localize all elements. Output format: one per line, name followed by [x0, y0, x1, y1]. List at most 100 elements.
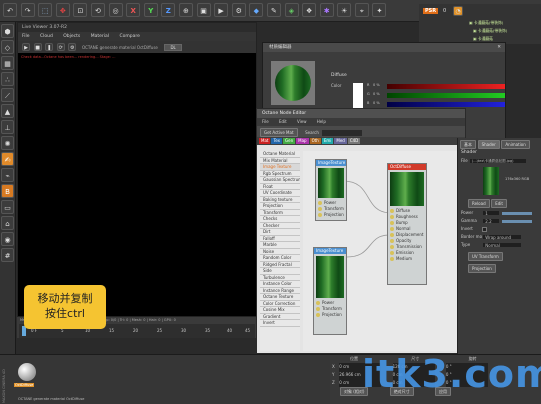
lv-select[interactable]: DL: [164, 44, 182, 51]
socket-icon[interactable]: [390, 227, 394, 231]
tab-animation[interactable]: Animation: [501, 140, 530, 149]
object-row[interactable]: ▣ 卡通蘑菇(带装饰): [469, 20, 503, 26]
gamma-field[interactable]: 2.2: [482, 218, 501, 224]
material-name[interactable]: OctDiffuse: [14, 383, 35, 387]
render-icon[interactable]: ▶: [214, 3, 229, 17]
scene-icon[interactable]: ☀: [337, 3, 352, 17]
make-editable-icon[interactable]: ⬢: [1, 24, 14, 38]
edge-mode-icon[interactable]: ⟋: [1, 88, 14, 102]
cube-icon[interactable]: ◆: [249, 3, 264, 17]
projection-button[interactable]: Projection: [468, 264, 496, 273]
swatch-gen[interactable]: Gen: [283, 138, 296, 144]
lock-icon[interactable]: ⌂: [1, 216, 14, 230]
socket-icon[interactable]: [390, 251, 394, 255]
texture-mode-icon[interactable]: ▦: [1, 56, 14, 70]
model-mode-icon[interactable]: ◇: [1, 40, 14, 54]
close-icon[interactable]: ✕: [497, 43, 501, 52]
tab-basic[interactable]: 基本: [460, 140, 476, 149]
coord-system-icon[interactable]: ⊕: [178, 3, 193, 17]
socket-icon[interactable]: [390, 245, 394, 249]
material-ball[interactable]: [18, 363, 36, 381]
socket-icon[interactable]: [390, 239, 394, 243]
render-settings-icon[interactable]: ⚙: [231, 3, 246, 17]
node-graph-canvas[interactable]: ImageTexture Power Transform Projection …: [303, 151, 463, 351]
grid-icon[interactable]: #: [1, 248, 14, 262]
workplane-icon[interactable]: ▭: [1, 200, 14, 214]
socket-icon[interactable]: [318, 201, 322, 205]
power-field[interactable]: 1: [482, 210, 501, 216]
socket-icon[interactable]: [390, 209, 394, 213]
recent-icon[interactable]: ◎: [108, 3, 123, 17]
lv-render-icon[interactable]: ▶: [22, 43, 30, 51]
tab-shader[interactable]: Shader: [477, 140, 500, 149]
cloner-icon[interactable]: ❖: [302, 3, 317, 17]
socket-icon[interactable]: [390, 257, 394, 261]
render-canvas[interactable]: Check data...Octane has been... renderin…: [18, 53, 256, 321]
select-icon[interactable]: ⬚: [38, 3, 53, 17]
lv-menu-cloud[interactable]: Cloud: [40, 34, 53, 39]
file-path-field[interactable]: (...\tex\卡通蘑菇贴图.jpg): [468, 158, 527, 164]
camera-icon[interactable]: ⌖: [354, 3, 369, 17]
lv-menu-material[interactable]: Material: [91, 34, 109, 39]
swatch-map[interactable]: Map: [296, 138, 309, 144]
edit-button[interactable]: Edit: [491, 199, 507, 208]
socket-icon[interactable]: [390, 221, 394, 225]
b-slider[interactable]: [387, 102, 505, 107]
axis-mode-icon[interactable]: ⊥: [1, 120, 14, 134]
g-slider[interactable]: [387, 93, 505, 98]
solo-icon[interactable]: ◉: [1, 232, 14, 246]
category-item[interactable]: Invert: [260, 320, 300, 327]
search-input[interactable]: [322, 129, 363, 136]
x-axis-button[interactable]: X: [126, 3, 141, 17]
ne-menu-help[interactable]: Help: [317, 119, 326, 124]
redo-icon[interactable]: ↷: [20, 3, 35, 17]
image-texture-node[interactable]: ImageTexture Power Transform Projection: [315, 159, 347, 221]
socket-icon[interactable]: [390, 233, 394, 237]
socket-icon[interactable]: [318, 213, 322, 217]
ne-menu-file[interactable]: File: [262, 119, 269, 124]
snap-icon[interactable]: ⌁: [1, 168, 14, 182]
type-select[interactable]: Normal: [482, 242, 523, 248]
y-axis-button[interactable]: Y: [143, 3, 158, 17]
point-mode-icon[interactable]: ∴: [1, 72, 14, 86]
get-active-mat-button[interactable]: Get Active Mat: [260, 128, 298, 137]
render-view-icon[interactable]: ▣: [196, 3, 211, 17]
r-slider[interactable]: [387, 84, 505, 89]
lv-menu-file[interactable]: File: [22, 34, 30, 39]
power-slider[interactable]: [501, 211, 532, 215]
deformer-icon[interactable]: ✱: [319, 3, 334, 17]
lv-menu-compare[interactable]: Compare: [119, 34, 139, 39]
swatch-oth[interactable]: Oth: [309, 138, 321, 144]
polygon-mode-icon[interactable]: ▲: [1, 104, 14, 118]
z-axis-button[interactable]: Z: [161, 3, 176, 17]
ne-menu-edit[interactable]: Edit: [279, 119, 287, 124]
reload-button[interactable]: Reload: [468, 199, 490, 208]
paint-icon[interactable]: ✍: [1, 152, 14, 166]
oct-diffuse-node[interactable]: OctDiffuse Diffuse Roughness Bump Normal…: [387, 163, 427, 285]
socket-icon[interactable]: [316, 313, 320, 317]
move-icon[interactable]: ✥: [55, 3, 70, 17]
lv-refresh-icon[interactable]: ⟳: [56, 43, 65, 51]
uv-transform-button[interactable]: UV Transform: [468, 252, 503, 261]
color-swatch[interactable]: [353, 83, 363, 109]
socket-icon[interactable]: [316, 307, 320, 311]
swatch-tex[interactable]: Tex: [271, 138, 283, 144]
pen-icon[interactable]: ✎: [266, 3, 281, 17]
lv-menu-objects[interactable]: Objects: [63, 34, 80, 39]
object-row[interactable]: ▣ 卡通蘑菇(带装饰): [473, 28, 507, 34]
sculpt-icon[interactable]: ✺: [1, 136, 14, 150]
image-texture-node-2[interactable]: ImageTexture Power Transform Projection: [313, 247, 347, 335]
socket-icon[interactable]: [318, 207, 322, 211]
swatch-mat[interactable]: Mat: [259, 138, 271, 144]
r-value[interactable]: 0 %: [373, 83, 380, 87]
ne-menu-view[interactable]: View: [297, 119, 307, 124]
brush-icon[interactable]: B: [1, 184, 14, 198]
rotate-icon[interactable]: ⟲: [90, 3, 105, 17]
swatch-emi[interactable]: Emi: [321, 138, 334, 144]
border-mode-select[interactable]: Wrap around: [482, 234, 523, 240]
g-value[interactable]: 0 %: [373, 92, 380, 96]
object-manager-icon[interactable]: ◔: [453, 6, 463, 16]
lv-pause-icon[interactable]: ❚: [45, 43, 54, 51]
swatch-c4d[interactable]: C4D: [347, 138, 361, 144]
lv-settings-icon[interactable]: ⚙: [68, 43, 77, 51]
